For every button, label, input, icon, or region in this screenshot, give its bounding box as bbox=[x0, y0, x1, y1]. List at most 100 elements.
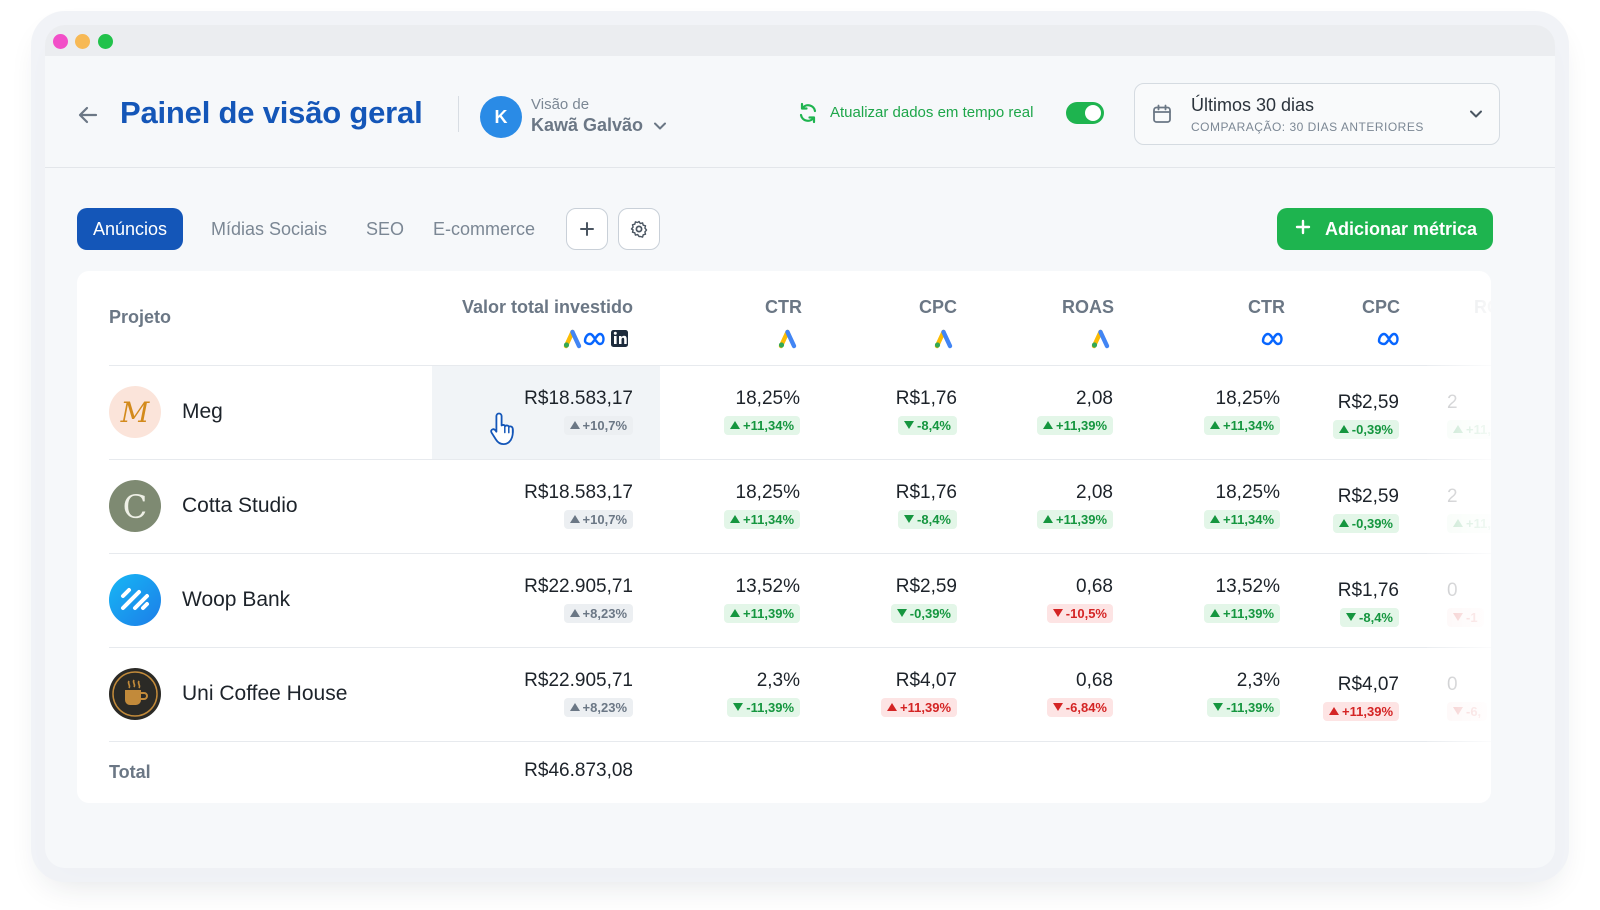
delta-badge: -0,39% bbox=[890, 604, 957, 623]
metric-cell[interactable]: R$4,07 +11,39% bbox=[881, 670, 957, 717]
metric-cell[interactable]: R$22.905,71 +8,23% bbox=[524, 670, 633, 717]
triangle-down-icon bbox=[896, 609, 907, 617]
delta-value: +11,39% bbox=[900, 700, 951, 715]
plus-icon bbox=[1295, 219, 1311, 235]
metric-cell[interactable]: 0,68 -6,84% bbox=[1046, 670, 1113, 717]
minimize-window-dot[interactable] bbox=[75, 34, 90, 49]
metric-value: 2,08 bbox=[1076, 482, 1113, 503]
metric-value: 18,25% bbox=[1215, 388, 1280, 409]
triangle-down-icon bbox=[1453, 707, 1463, 715]
column-header-ctr-meta[interactable]: CTR bbox=[1185, 297, 1285, 318]
back-arrow-icon[interactable] bbox=[77, 104, 99, 126]
metric-cell[interactable]: 2 +11, bbox=[1447, 392, 1491, 439]
view-as-user-select[interactable]: Kawã Galvão bbox=[531, 115, 643, 136]
delta-wrap: +11,34% bbox=[1204, 504, 1280, 529]
maximize-window-dot[interactable] bbox=[98, 34, 113, 49]
metric-cell[interactable]: 2,08 +11,39% bbox=[1037, 482, 1113, 529]
column-header-roas-meta[interactable]: RO bbox=[1474, 297, 1491, 318]
chevron-down-icon bbox=[1470, 110, 1482, 118]
project-name: Cotta Studio bbox=[182, 494, 298, 517]
metric-cell[interactable]: R$4,07 +11,39% bbox=[1323, 674, 1399, 721]
triangle-up-icon bbox=[730, 421, 741, 429]
metric-cell[interactable]: 18,25% +11,34% bbox=[1204, 388, 1280, 435]
metric-cell[interactable]: R$1,76 -8,4% bbox=[896, 482, 957, 529]
metric-value: R$2,59 bbox=[895, 576, 957, 597]
woop-logo-icon bbox=[121, 588, 149, 610]
metric-cell[interactable]: 2 +11, bbox=[1447, 486, 1491, 533]
metric-cell[interactable]: 0 -1 bbox=[1447, 580, 1491, 627]
tab-seo[interactable]: SEO bbox=[366, 208, 404, 250]
add-metric-button[interactable]: Adicionar métrica bbox=[1277, 208, 1493, 250]
tab-midias-sociais[interactable]: Mídias Sociais bbox=[211, 208, 327, 250]
metric-cell[interactable]: R$2,59 -0,39% bbox=[1332, 392, 1399, 439]
metric-cell[interactable]: 0,68 -10,5% bbox=[1046, 576, 1113, 623]
meta-icon bbox=[1377, 332, 1399, 346]
metric-cell[interactable]: 18,25% +11,34% bbox=[1204, 482, 1280, 529]
date-range-picker[interactable]: Últimos 30 dias COMPARAÇÃO: 30 DIAS ANTE… bbox=[1134, 83, 1500, 145]
delta-badge: +11,39% bbox=[1323, 702, 1399, 721]
metric-value: 2 bbox=[1447, 392, 1458, 413]
triangle-up-icon bbox=[1043, 421, 1054, 429]
triangle-up-icon bbox=[569, 515, 580, 523]
metric-cell[interactable]: R$1,76 -8,4% bbox=[896, 388, 957, 435]
column-header-cpc-meta[interactable]: CPC bbox=[1300, 297, 1400, 318]
metric-cell[interactable]: 13,52% +11,39% bbox=[1204, 576, 1280, 623]
delta-value: +10,7% bbox=[582, 418, 627, 433]
metric-cell[interactable]: R$18.583,17 +10,7% bbox=[524, 482, 633, 529]
project-avatar-meg: M bbox=[109, 386, 161, 438]
triangle-up-icon bbox=[1043, 515, 1054, 523]
metric-cell[interactable]: R$2,59 -0,39% bbox=[890, 576, 957, 623]
window-titlebar bbox=[45, 25, 1555, 56]
delta-badge: -6, bbox=[1447, 702, 1488, 721]
metric-cell[interactable]: 2,08 +11,39% bbox=[1037, 388, 1113, 435]
delta-value: +11, bbox=[1466, 422, 1491, 437]
metric-cell[interactable]: 18,25% +11,34% bbox=[724, 482, 800, 529]
project-avatar-woop bbox=[109, 574, 161, 626]
metric-cell[interactable]: 18,25% +11,34% bbox=[724, 388, 800, 435]
delta-wrap: +10,7% bbox=[524, 410, 633, 435]
delta-wrap: -6, bbox=[1447, 696, 1491, 721]
delta-value: -0,39% bbox=[1351, 516, 1393, 531]
chevron-down-icon[interactable] bbox=[653, 119, 667, 133]
metric-cell[interactable]: R$2,59 -0,39% bbox=[1332, 486, 1399, 533]
metric-value: R$4,07 bbox=[895, 670, 957, 691]
close-window-dot[interactable] bbox=[53, 34, 68, 49]
page-header: Painel de visão geral K Visão de Kawã Ga… bbox=[45, 56, 1555, 168]
metric-cell[interactable]: 0 -6, bbox=[1447, 674, 1491, 721]
triangle-down-icon bbox=[1453, 613, 1463, 621]
calendar-icon bbox=[1153, 104, 1171, 123]
delta-value: -0,39% bbox=[909, 606, 951, 621]
delta-value: +11,39% bbox=[1056, 418, 1107, 433]
column-header-ctr-google[interactable]: CTR bbox=[702, 297, 802, 318]
metric-cell[interactable]: R$22.905,71 +8,23% bbox=[524, 576, 633, 623]
column-header-roas-google[interactable]: ROAS bbox=[1014, 297, 1114, 318]
triangle-up-icon bbox=[1329, 707, 1340, 715]
tab-ecommerce[interactable]: E-commerce bbox=[433, 208, 535, 250]
plus-icon bbox=[580, 222, 594, 236]
delta-wrap: +11,34% bbox=[1204, 410, 1280, 435]
project-avatar-uni-coffee bbox=[109, 668, 161, 720]
user-avatar[interactable]: K bbox=[480, 96, 522, 138]
gear-icon bbox=[630, 220, 648, 238]
metric-cell[interactable]: 2,3% -11,39% bbox=[1207, 670, 1280, 717]
add-tab-button[interactable] bbox=[566, 208, 608, 250]
metric-cell[interactable]: R$1,76 -8,4% bbox=[1338, 580, 1399, 627]
metric-value: 13,52% bbox=[1215, 576, 1280, 597]
metrics-table: Projeto Valor total investido CTR CPC RO… bbox=[77, 271, 1491, 803]
column-header-valor-total[interactable]: Valor total investido bbox=[433, 297, 633, 318]
delta-value: +8,23% bbox=[582, 700, 627, 715]
refresh-icon bbox=[799, 102, 817, 124]
metric-cell[interactable]: 2,3% -11,39% bbox=[727, 670, 800, 717]
realtime-toggle[interactable] bbox=[1066, 102, 1104, 124]
column-header-cpc-google[interactable]: CPC bbox=[857, 297, 957, 318]
metric-cell[interactable]: R$18.583,17 +10,7% bbox=[524, 388, 633, 435]
delta-wrap: +8,23% bbox=[524, 692, 633, 717]
delta-value: +11,34% bbox=[743, 418, 794, 433]
metric-cell[interactable]: 13,52% +11,39% bbox=[724, 576, 800, 623]
settings-button[interactable] bbox=[618, 208, 660, 250]
metric-value: R$18.583,17 bbox=[524, 482, 633, 503]
delta-wrap: +11,39% bbox=[1037, 410, 1113, 435]
delta-wrap: +11,39% bbox=[1037, 504, 1113, 529]
delta-wrap: +11,34% bbox=[724, 410, 800, 435]
tab-anuncios[interactable]: Anúncios bbox=[77, 208, 184, 250]
